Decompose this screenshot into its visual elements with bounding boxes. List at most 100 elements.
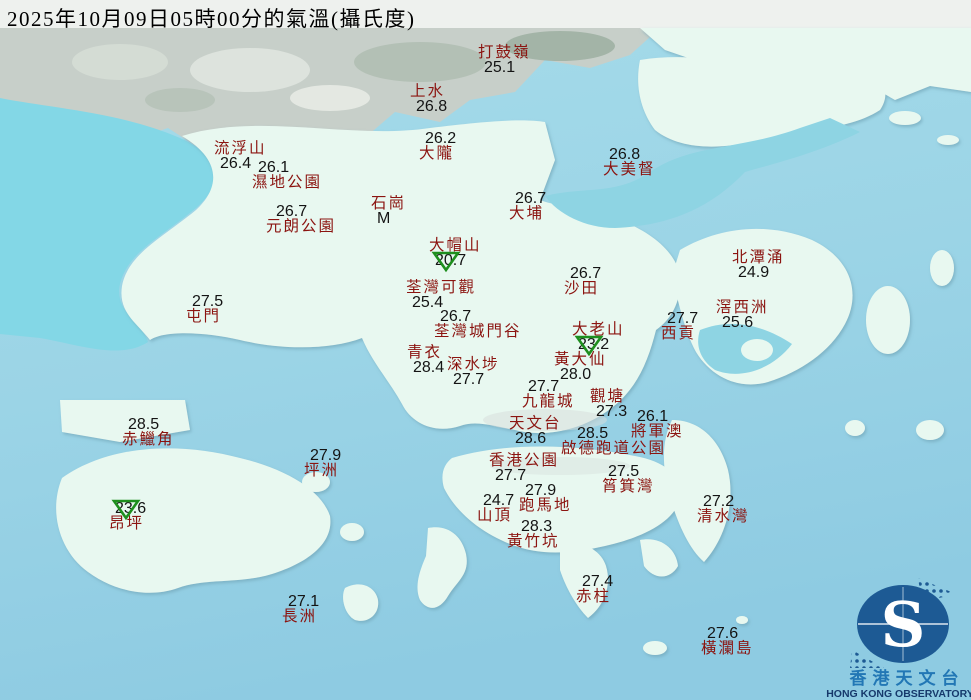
station-name: 上水: [410, 84, 447, 99]
station-name: 長洲: [282, 609, 319, 624]
station-value: 25.6: [722, 315, 769, 330]
station-shek-kong: 石崗M: [371, 196, 406, 226]
station-happy-valley: 27.9跑馬地: [519, 483, 572, 513]
station-name: 大帽山: [429, 238, 482, 253]
station-chek-lap-kok: 28.5赤鱲角: [122, 417, 175, 447]
station-tsing-yi: 青衣28.4: [407, 345, 444, 375]
station-value: 27.4: [582, 574, 613, 589]
station-tai-po: 26.7大埔: [509, 191, 546, 221]
station-value: 26.7: [570, 266, 601, 281]
station-name: 石崗: [371, 196, 406, 211]
station-name: 打鼓嶺: [478, 45, 531, 60]
station-value: 26.7: [440, 309, 522, 324]
station-name: 濕地公園: [252, 175, 322, 190]
station-value: 27.7: [453, 372, 500, 387]
station-clear-water-bay: 27.2清水灣: [697, 494, 750, 524]
station-name: 赤柱: [576, 589, 613, 604]
station-value: 27.6: [707, 626, 754, 641]
station-value: 28.5: [577, 426, 666, 441]
station-wong-tai-sin: 黃大仙28.0: [554, 352, 607, 382]
station-name: 啟德跑道公園: [561, 441, 666, 456]
station-value: 20.7: [435, 253, 482, 268]
station-name: 元朗公園: [266, 219, 336, 234]
station-name: 香港公園: [489, 453, 559, 468]
station-name: 大隴: [419, 146, 456, 161]
station-name: 滘西洲: [716, 300, 769, 315]
station-yuen-long-park: 26.7元朗公園: [266, 204, 336, 234]
station-value: 28.5: [128, 417, 175, 432]
station-tsuen-wan-ho-koon: 荃灣可觀25.4: [406, 280, 476, 310]
temperature-drop-marker-icon: [431, 249, 461, 273]
station-cheung-chau: 27.1長洲: [282, 594, 319, 624]
station-stanley: 27.4赤柱: [576, 574, 613, 604]
station-name: 荃灣城門谷: [434, 324, 522, 339]
station-name: 大美督: [603, 162, 656, 177]
station-value: 27.5: [192, 294, 223, 309]
station-peng-chau: 27.9坪洲: [304, 448, 341, 478]
station-value: 27.3: [596, 404, 627, 419]
station-name: 流浮山: [214, 141, 267, 156]
station-value: 28.3: [521, 519, 560, 534]
station-wong-chuk-hang: 28.3黃竹坑: [507, 519, 560, 549]
station-sham-shui-po: 深水埗27.7: [447, 357, 500, 387]
station-name: 西貢: [661, 326, 698, 341]
station-sheung-shui: 上水26.8: [410, 84, 447, 114]
station-pak-tam-chung: 北潭涌24.9: [732, 250, 785, 280]
station-tates-cairn: 大老山23.2: [572, 322, 625, 352]
station-value: 28.4: [413, 360, 444, 375]
station-name: 清水灣: [697, 509, 750, 524]
station-value: M: [377, 211, 406, 226]
station-value: 26.2: [425, 131, 456, 146]
station-tai-mei-tuk: 26.8大美督: [603, 147, 656, 177]
station-value: 28.6: [515, 431, 562, 446]
stations-layer: 打鼓嶺25.1上水26.8流浮山26.426.1濕地公園26.2大隴石崗M26.…: [0, 0, 971, 700]
station-value: 26.8: [609, 147, 656, 162]
station-value: 26.1: [637, 409, 684, 424]
station-value: 26.8: [416, 99, 447, 114]
station-value: 26.7: [515, 191, 546, 206]
station-kau-sai-chau: 滘西洲25.6: [716, 300, 769, 330]
station-value: 24.9: [738, 265, 785, 280]
station-shau-kei-wan: 27.5筲箕灣: [602, 464, 655, 494]
station-name: 屯門: [186, 309, 223, 324]
station-tuen-mun: 27.5屯門: [186, 294, 223, 324]
station-kwun-tong: 觀塘27.3: [590, 389, 627, 419]
station-value: 27.9: [525, 483, 572, 498]
station-value: 27.2: [703, 494, 750, 509]
station-name: 北潭涌: [732, 250, 785, 265]
station-ngong-ping: 23.6昂坪: [109, 501, 146, 531]
station-value: 27.7: [495, 468, 559, 483]
station-sai-kung: 27.7西貢: [661, 311, 698, 341]
station-ta-kwu-ling: 打鼓嶺25.1: [478, 45, 531, 75]
station-value: 23.6: [115, 501, 146, 516]
station-value: 27.1: [288, 594, 319, 609]
station-observatory: 天文台28.6: [509, 416, 562, 446]
station-sha-tin: 26.7沙田: [564, 266, 601, 296]
station-name: 黃竹坑: [507, 534, 560, 549]
station-value: 27.5: [608, 464, 655, 479]
station-kowloon-city: 27.7九龍城: [522, 379, 575, 409]
station-name: 觀塘: [590, 389, 627, 404]
station-name: 大老山: [572, 322, 625, 337]
station-name: 青衣: [407, 345, 444, 360]
station-wetland-park: 26.1濕地公園: [252, 160, 322, 190]
station-name: 橫瀾島: [701, 641, 754, 656]
station-tsuen-wan-shing-mun-valley: 26.7荃灣城門谷: [434, 309, 522, 339]
station-name: 天文台: [509, 416, 562, 431]
station-waglan-island: 27.6橫瀾島: [701, 626, 754, 656]
station-value: 27.9: [310, 448, 341, 463]
station-name: 赤鱲角: [122, 432, 175, 447]
station-name: 跑馬地: [519, 498, 572, 513]
station-name: 昂坪: [109, 516, 146, 531]
station-name: 大埔: [509, 206, 546, 221]
station-kai-tak-runway-park: 28.5啟德跑道公園: [561, 426, 666, 456]
station-value: 27.7: [528, 379, 575, 394]
station-value: 26.7: [276, 204, 336, 219]
station-tai-mo-shan: 大帽山20.7: [429, 238, 482, 268]
station-hong-kong-park: 香港公園27.7: [489, 453, 559, 483]
station-value: 27.7: [667, 311, 698, 326]
station-ta-lung: 26.2大隴: [419, 131, 456, 161]
station-name: 筲箕灣: [602, 479, 655, 494]
station-name: 荃灣可觀: [406, 280, 476, 295]
station-value: 26.1: [258, 160, 322, 175]
